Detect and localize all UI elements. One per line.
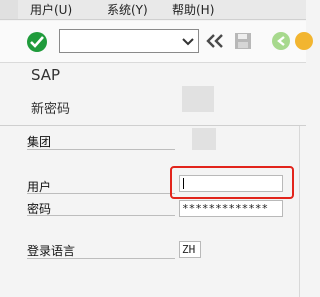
double-chevron-left-icon[interactable] bbox=[206, 33, 224, 49]
client-label: 集团 bbox=[27, 135, 52, 149]
client-label-underline bbox=[27, 149, 175, 150]
language-label: 登录语言 bbox=[27, 244, 76, 258]
menu-help[interactable]: 帮助(H) bbox=[172, 1, 214, 19]
password-label-underline bbox=[27, 215, 175, 216]
menu-user[interactable]: 用户(U) bbox=[30, 1, 72, 19]
language-field[interactable]: ZH bbox=[179, 241, 201, 258]
menu-bar: 用户(U) 系统(Y) 帮助(H) bbox=[0, 0, 306, 20]
command-input[interactable] bbox=[62, 32, 180, 50]
back-arrow-icon[interactable] bbox=[272, 32, 290, 50]
command-field[interactable] bbox=[59, 29, 199, 53]
exit-icon[interactable] bbox=[295, 32, 313, 50]
screen-title: 新密码 bbox=[31, 102, 71, 117]
enter-check-icon[interactable] bbox=[27, 32, 47, 52]
menu-bar-corner bbox=[0, 0, 18, 19]
redacted-area bbox=[182, 86, 214, 112]
save-disk-icon[interactable] bbox=[233, 31, 253, 51]
dropdown-chevron-icon[interactable] bbox=[181, 33, 195, 49]
highlight-box bbox=[170, 166, 294, 199]
password-field[interactable]: ************* bbox=[179, 200, 283, 217]
user-label-underline bbox=[27, 193, 175, 194]
panel-divider bbox=[299, 126, 300, 297]
menu-system[interactable]: 系统(Y) bbox=[107, 1, 148, 19]
app-title: SAP bbox=[31, 66, 61, 84]
language-label-underline bbox=[27, 258, 175, 259]
toolbar bbox=[0, 21, 313, 63]
